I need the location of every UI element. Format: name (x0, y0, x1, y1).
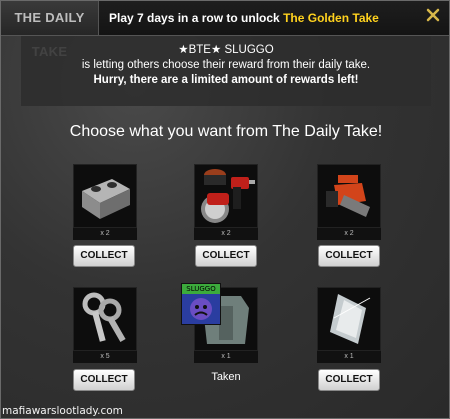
brand-title: THE DAILY TAKE (1, 1, 99, 59)
avatar-label: SLUGGO (182, 284, 220, 294)
dialog-header: THE DAILY TAKE Play 7 days in a row to u… (1, 1, 449, 59)
keys-image (73, 287, 137, 351)
gifting-user: ★BTE★ SLUGGO (178, 44, 274, 56)
item-quantity: x 2 (317, 228, 381, 240)
daily-take-dialog: THE DAILY TAKE Play 7 days in a row to u… (0, 0, 450, 419)
reward-item: x 2 (73, 164, 137, 240)
collect-button-chainsaw[interactable]: COLLECT (318, 245, 380, 267)
item-quantity: x 2 (73, 228, 137, 240)
reward-item: x 5 (73, 287, 137, 363)
reward-item: x 2 (194, 164, 258, 240)
collect-button-glass-shard[interactable]: COLLECT (318, 369, 380, 391)
glass-shard-image (317, 287, 381, 351)
collect-button-keys[interactable]: COLLECT (73, 369, 135, 391)
promo-text: Play 7 days in a row to unlock The Golde… (109, 1, 379, 35)
promo-highlight: The Golden Take (283, 11, 379, 25)
collect-button-power-tools[interactable]: COLLECT (195, 245, 257, 267)
item-quantity: x 1 (194, 351, 258, 363)
hurry-line: Hurry, there are a limited amount of rew… (93, 74, 359, 86)
close-icon[interactable] (425, 7, 441, 23)
notice-line: is letting others choose their reward fr… (81, 59, 371, 71)
reward-item: x 2 (317, 164, 381, 240)
watermark-text: mafiawarslootlady.com (2, 405, 123, 417)
item-quantity: x 2 (194, 228, 258, 240)
power-tools-image (194, 164, 258, 228)
taken-label: Taken (211, 371, 241, 383)
sluggo-avatar: SLUGGO (181, 283, 221, 325)
cinder-block-image (73, 164, 137, 228)
item-quantity: x 5 (73, 351, 137, 363)
chainsaw-image (317, 164, 381, 228)
promo-prefix: Play 7 days in a row to unlock (109, 11, 284, 25)
reward-item: x 1 (317, 287, 381, 363)
item-quantity: x 1 (317, 351, 381, 363)
choose-prompt: Choose what you want from The Daily Take… (69, 123, 383, 140)
notice-box: ★BTE★ SLUGGO is letting others choose th… (21, 36, 431, 106)
collect-button-cinder-block[interactable]: COLLECT (73, 245, 135, 267)
